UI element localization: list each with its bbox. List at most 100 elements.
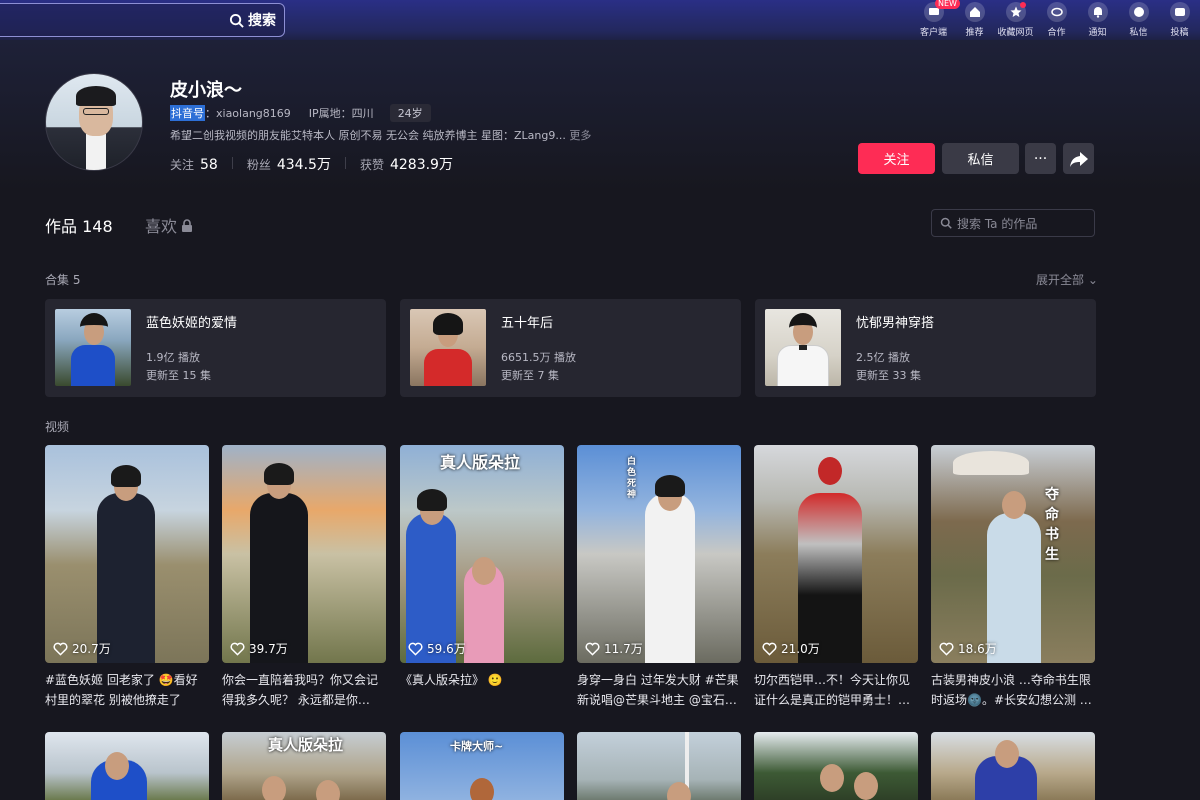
video-thumbnail	[45, 732, 209, 800]
more-button[interactable]: ···	[1025, 143, 1056, 174]
figure-head	[1002, 491, 1026, 519]
works-search-input[interactable]: 搜索 Ta 的作品	[931, 209, 1095, 237]
video-card[interactable]: 真人版朵拉 59.6万 《真人版朵拉》 🙂	[400, 445, 564, 710]
nav-cooperate[interactable]: 合作	[1036, 0, 1077, 44]
likes-count: 4283.9万	[389, 157, 453, 173]
bow-tie	[799, 345, 807, 350]
video-card[interactable]: 夺命书生 18.6万 古装男神皮小浪 …夺命书生限时返场🌚。#长安幻想公测 …	[931, 445, 1095, 710]
likes-label: 获赞	[359, 158, 384, 172]
video-overlay-text: 真人版朵拉	[440, 453, 521, 472]
message-button[interactable]: 私信	[942, 143, 1019, 174]
upload-icon	[1169, 2, 1190, 22]
collection-card[interactable]: 忧郁男神穿搭 2.5亿 播放 更新至 33 集	[755, 299, 1096, 397]
nav-label: 投稿	[1170, 28, 1189, 38]
collection-thumbnail	[765, 309, 841, 386]
profile-stats: 关注 58 粉丝 434.5万 获赞 4283.9万	[170, 154, 453, 174]
video-card[interactable]	[754, 732, 918, 800]
video-card[interactable]	[45, 732, 209, 800]
video-card[interactable]: 21.0万 切尔西铠甲…不！今天让你见证什么是真正的铠甲勇士！…	[754, 445, 918, 710]
followers-stat[interactable]: 粉丝 434.5万	[247, 154, 331, 174]
video-thumbnail: 20.7万	[45, 445, 209, 663]
figure-body	[71, 345, 115, 386]
video-overlay-text: 卡牌大师~	[450, 740, 504, 753]
douyin-id: ：xiaolang8169	[205, 107, 291, 120]
avatar-glasses	[83, 108, 109, 115]
tab-works[interactable]: 作品 148	[45, 213, 113, 237]
message-icon	[1128, 2, 1149, 22]
nav-client[interactable]: NEW 客户端	[913, 0, 960, 44]
nav-label: 收藏网页	[997, 28, 1034, 38]
video-card[interactable]: 真人版朵拉	[222, 732, 386, 800]
like-count-text: 39.7万	[249, 642, 288, 656]
follow-button[interactable]: 关注	[858, 143, 935, 174]
following-label: 关注	[170, 158, 195, 172]
share-icon	[1069, 151, 1088, 167]
nav-recommend[interactable]: 推荐	[954, 0, 995, 44]
collection-card[interactable]: 蓝色妖姬的爱情 1.9亿 播放 更新至 15 集	[45, 299, 386, 397]
figure-hair	[80, 313, 108, 341]
like-count: 59.6万	[408, 640, 466, 657]
ip-location: IP属地：四川	[308, 107, 374, 120]
works-search-placeholder: 搜索 Ta 的作品	[957, 216, 1038, 231]
nav-label: 私信	[1129, 28, 1148, 38]
video-card[interactable]	[577, 732, 741, 800]
like-count: 18.6万	[939, 640, 997, 657]
video-description[interactable]: 《真人版朵拉》 🙂	[400, 670, 564, 710]
share-button[interactable]	[1063, 143, 1094, 174]
figure-body	[798, 493, 862, 663]
collection-card[interactable]: 五十年后 6651.5万 播放 更新至 7 集	[400, 299, 741, 397]
figure-hair	[111, 465, 141, 487]
heart-icon	[53, 642, 68, 656]
video-card[interactable]	[931, 732, 1095, 800]
bio-more-link[interactable]: 更多	[569, 129, 591, 142]
video-description[interactable]: 古装男神皮小浪 …夺命书生限时返场🌚。#长安幻想公测 …	[931, 670, 1095, 710]
video-description[interactable]: 你会一直陪着我吗？你又会记得我多久呢？ 永远都是你…	[222, 670, 386, 710]
video-card[interactable]: 20.7万 #蓝色妖姬 回老家了 🤩看好村里的翠花 别被他撩走了	[45, 445, 209, 710]
search-input[interactable]: 搜索	[0, 3, 285, 37]
video-thumbnail	[577, 732, 741, 800]
search-button[interactable]: 搜索	[229, 10, 276, 30]
nav-label: 合作	[1047, 28, 1066, 38]
avatar[interactable]	[45, 73, 143, 171]
video-card[interactable]: 39.7万 你会一直陪着我吗？你又会记得我多久呢？ 永远都是你…	[222, 445, 386, 710]
nav-label: 客户端	[919, 28, 947, 38]
video-thumbnail: 真人版朵拉	[222, 732, 386, 800]
video-thumbnail	[931, 732, 1095, 800]
figure-head	[105, 752, 129, 780]
nav-bookmark[interactable]: 收藏网页	[995, 0, 1036, 44]
figure-head	[995, 740, 1019, 768]
collection-thumbnail	[410, 309, 486, 386]
video-overlay-text: 真人版朵拉	[268, 736, 344, 754]
figure-body	[424, 349, 472, 386]
video-description[interactable]: 身穿一身白 过年发大财 #芒果新说唱@芒果斗地主 @宝石…	[577, 670, 741, 710]
nav-message[interactable]: 私信	[1118, 0, 1159, 44]
video-description[interactable]: #蓝色妖姬 回老家了 🤩看好村里的翠花 别被他撩走了	[45, 670, 209, 710]
figure-hair	[433, 313, 463, 335]
figure-head	[262, 776, 286, 800]
umbrella	[953, 451, 1029, 475]
figure-head	[854, 772, 878, 800]
figure-body	[645, 493, 695, 663]
expand-all-link[interactable]: 展开全部 ⌄	[1036, 271, 1098, 288]
like-count: 11.7万	[585, 640, 643, 657]
collection-update: 更新至 33 集	[856, 369, 921, 382]
home-icon	[964, 2, 985, 22]
video-thumbnail: 卡牌大师~	[400, 732, 564, 800]
chevron-down-icon: ⌄	[1084, 273, 1098, 287]
followers-label: 粉丝	[246, 158, 271, 172]
video-description[interactable]: 切尔西铠甲…不！今天让你见证什么是真正的铠甲勇士！…	[754, 670, 918, 710]
collection-plays: 6651.5万 播放	[501, 351, 576, 364]
nav-label: 通知	[1088, 28, 1107, 38]
video-thumbnail	[754, 732, 918, 800]
collection-update: 更新至 7 集	[501, 369, 559, 382]
nav-upload[interactable]: 投稿	[1159, 0, 1200, 44]
figure-hair	[417, 489, 447, 511]
figure-hair	[789, 313, 817, 343]
video-card[interactable]: 白色死神 11.7万 身穿一身白 过年发大财 #芒果新说唱@芒果斗地主 @宝石…	[577, 445, 741, 710]
video-card[interactable]: 卡牌大师~	[400, 732, 564, 800]
video-thumbnail: 21.0万	[754, 445, 918, 663]
nav-notify[interactable]: 通知	[1077, 0, 1118, 44]
tab-likes[interactable]: 喜欢	[145, 213, 193, 237]
figure-body	[97, 493, 155, 663]
following-stat[interactable]: 关注 58	[170, 156, 218, 173]
